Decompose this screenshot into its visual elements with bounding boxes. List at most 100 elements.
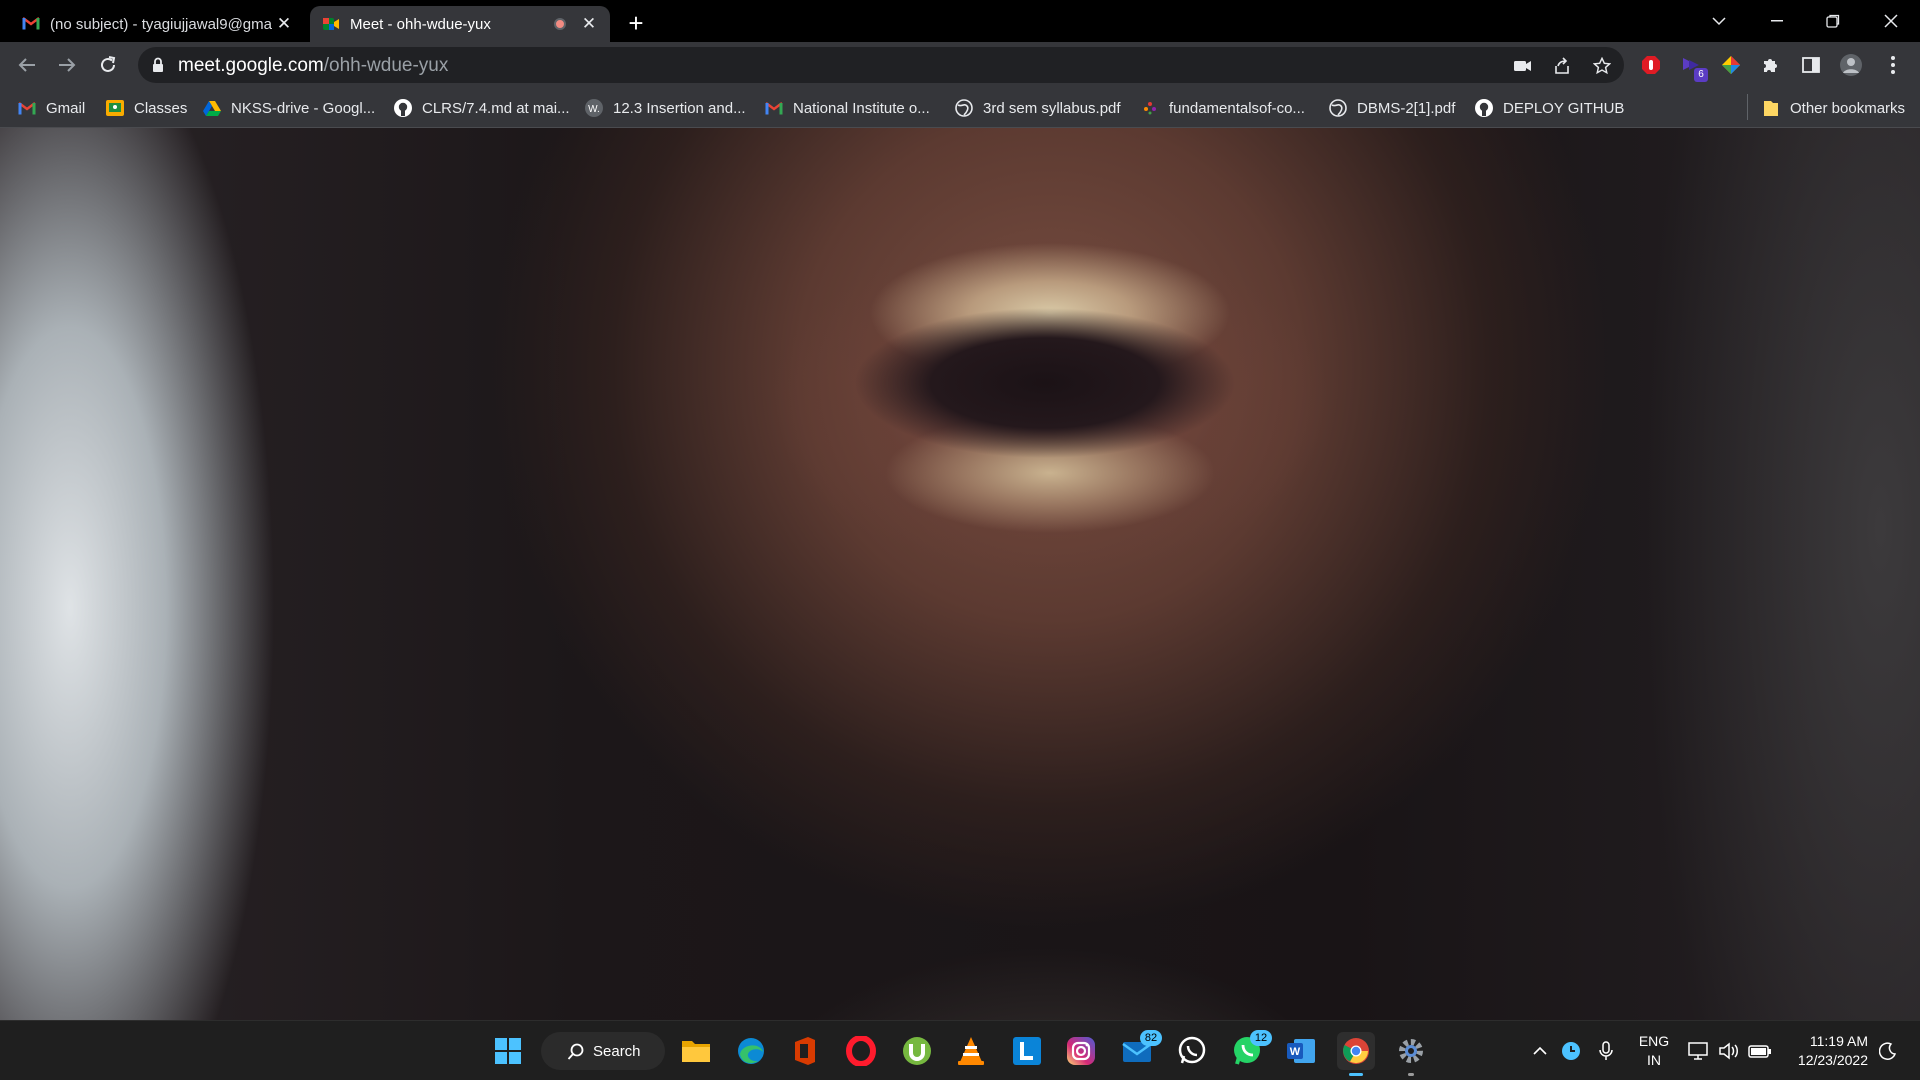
vlc-icon[interactable]: [952, 1032, 990, 1070]
windows-taskbar: Search 82 12 W ENG IN 11:19 AM 12/23/202…: [0, 1020, 1920, 1080]
bookmarks-divider: [1747, 94, 1748, 120]
google-meet-icon: [322, 16, 340, 32]
url-host: meet.google.com: [178, 55, 324, 76]
color-picker-extension-icon[interactable]: [1716, 50, 1746, 80]
classroom-icon: [106, 99, 124, 117]
tab-title: Meet - ohh-wdue-yux: [350, 15, 491, 33]
close-tab-icon[interactable]: ✕: [578, 13, 600, 35]
address-bar[interactable]: meet.google.com/ohh-wdue-yux: [138, 47, 1624, 83]
system-clock[interactable]: 11:19 AM 12/23/2022: [1780, 1032, 1868, 1070]
bookmark-gmail[interactable]: Gmail: [18, 97, 85, 119]
share-icon[interactable]: [1551, 55, 1573, 77]
settings-icon[interactable]: [1392, 1032, 1430, 1076]
close-window-icon[interactable]: [1868, 6, 1914, 36]
browser-toolbar: meet.google.com/ohh-wdue-yux 6: [0, 42, 1920, 88]
utorrent-icon[interactable]: [898, 1032, 936, 1070]
forward-icon[interactable]: [52, 50, 82, 80]
bookmark-insertion[interactable]: W. 12.3 Insertion and...: [585, 97, 746, 119]
bookmark-label: 3rd sem syllabus.pdf: [983, 99, 1121, 117]
gmail-icon: [22, 16, 40, 32]
globe-icon: [955, 99, 973, 117]
bookmark-syllabus[interactable]: 3rd sem syllabus.pdf: [955, 97, 1121, 119]
globe-icon: [1329, 99, 1347, 117]
menu-kebab-icon[interactable]: [1878, 50, 1908, 80]
restore-icon[interactable]: [1810, 6, 1856, 36]
microphone-icon[interactable]: [1594, 1035, 1618, 1067]
tab-meet[interactable]: Meet - ohh-wdue-yux ✕: [310, 6, 610, 42]
l-app-icon[interactable]: [1008, 1032, 1046, 1070]
bookmark-deploy-github[interactable]: DEPLOY GITHUB: [1475, 97, 1624, 119]
bookmark-label: National Institute o...: [793, 99, 930, 117]
network-icon[interactable]: [1686, 1035, 1712, 1067]
whatsapp-icon[interactable]: [1173, 1032, 1211, 1070]
github-icon: [394, 99, 412, 117]
bookmark-label: Classes: [134, 99, 188, 117]
reload-icon[interactable]: [93, 50, 123, 80]
tab-search-icon[interactable]: [1696, 6, 1742, 36]
adblock-extension-icon[interactable]: [1636, 50, 1666, 80]
battery-icon[interactable]: [1746, 1035, 1774, 1067]
mail-icon[interactable]: 82: [1118, 1030, 1162, 1070]
github-icon: [1475, 99, 1493, 117]
extensions-puzzle-icon[interactable]: [1756, 50, 1786, 80]
bookmark-fundamentals[interactable]: fundamentalsof-co...: [1141, 97, 1305, 119]
new-tab-button[interactable]: +: [622, 10, 650, 38]
clock-date: 12/23/2022: [1797, 1052, 1868, 1068]
language-indicator[interactable]: ENG IN: [1632, 1032, 1676, 1070]
svg-text:W: W: [1290, 1046, 1301, 1058]
minimize-icon[interactable]: [1754, 6, 1800, 36]
whatsapp-badge: 12: [1250, 1030, 1272, 1046]
tab-gmail[interactable]: (no subject) - tyagiujjawal9@gmail.com -…: [10, 6, 305, 42]
gmail-icon: [765, 99, 783, 117]
side-panel-icon[interactable]: [1796, 50, 1826, 80]
close-tab-icon[interactable]: ✕: [273, 13, 295, 35]
office-icon[interactable]: [786, 1032, 824, 1070]
search-label: Search: [593, 1042, 641, 1060]
gmail-icon: [18, 99, 36, 117]
recording-indicator-icon: [554, 18, 566, 30]
focus-moon-icon[interactable]: [1874, 1035, 1902, 1067]
edge-icon[interactable]: [732, 1032, 770, 1070]
language-code: ENG: [1638, 1033, 1670, 1049]
bookmark-classes[interactable]: Classes: [106, 97, 187, 119]
bookmark-nkss-drive[interactable]: NKSS-drive - Googl...: [203, 97, 375, 119]
svg-text:W.: W.: [588, 104, 600, 115]
tab-title: (no subject) - tyagiujjawal9@gmail.com -…: [50, 15, 273, 33]
taskbar-search[interactable]: Search: [541, 1032, 665, 1070]
whatsapp-beta-icon[interactable]: 12: [1228, 1030, 1272, 1070]
back-icon[interactable]: [12, 50, 42, 80]
google-drive-icon: [203, 99, 221, 117]
url-text: meet.google.com/ohh-wdue-yux: [178, 55, 448, 77]
extension-purple-icon[interactable]: 6: [1676, 50, 1708, 82]
chrome-icon[interactable]: [1337, 1032, 1375, 1076]
instagram-icon[interactable]: [1062, 1032, 1100, 1070]
bookmark-national-institute[interactable]: National Institute o...: [765, 97, 930, 119]
participant-video-feed[interactable]: [0, 128, 1920, 1020]
bookmark-label: CLRS/7.4.md at mai...: [422, 99, 570, 117]
lock-icon[interactable]: [152, 57, 164, 78]
opera-icon[interactable]: [842, 1032, 880, 1070]
camera-in-use-icon[interactable]: [1512, 55, 1534, 77]
running-app-indicator: [1408, 1073, 1414, 1076]
profile-avatar-icon[interactable]: [1836, 50, 1866, 80]
other-bookmarks-label: Other bookmarks: [1790, 99, 1906, 117]
search-icon: [567, 1043, 584, 1060]
other-bookmarks-folder[interactable]: Other bookmarks: [1762, 97, 1905, 119]
bookmark-clrs[interactable]: CLRS/7.4.md at mai...: [394, 97, 570, 119]
bookmark-label: DEPLOY GITHUB: [1503, 99, 1625, 117]
clock-app-tray-icon[interactable]: [1558, 1035, 1584, 1067]
start-button-windows-icon[interactable]: [489, 1032, 527, 1070]
file-explorer-icon[interactable]: [677, 1032, 715, 1070]
folder-icon: [1762, 99, 1780, 117]
w-site-icon: W.: [585, 99, 603, 117]
show-hidden-icons-chevron-up-icon[interactable]: [1528, 1035, 1552, 1067]
volume-icon[interactable]: [1716, 1035, 1742, 1067]
word-icon[interactable]: W: [1282, 1032, 1320, 1070]
bookmark-label: fundamentalsof-co...: [1169, 99, 1305, 117]
bookmark-dbms[interactable]: DBMS-2[1].pdf: [1329, 97, 1455, 119]
bookmark-label: Gmail: [46, 99, 86, 117]
tab-strip: (no subject) - tyagiujjawal9@gmail.com -…: [0, 0, 1920, 42]
bookmark-star-icon[interactable]: [1591, 55, 1613, 77]
dots-site-icon: [1141, 99, 1159, 117]
bookmark-label: NKSS-drive - Googl...: [231, 99, 376, 117]
